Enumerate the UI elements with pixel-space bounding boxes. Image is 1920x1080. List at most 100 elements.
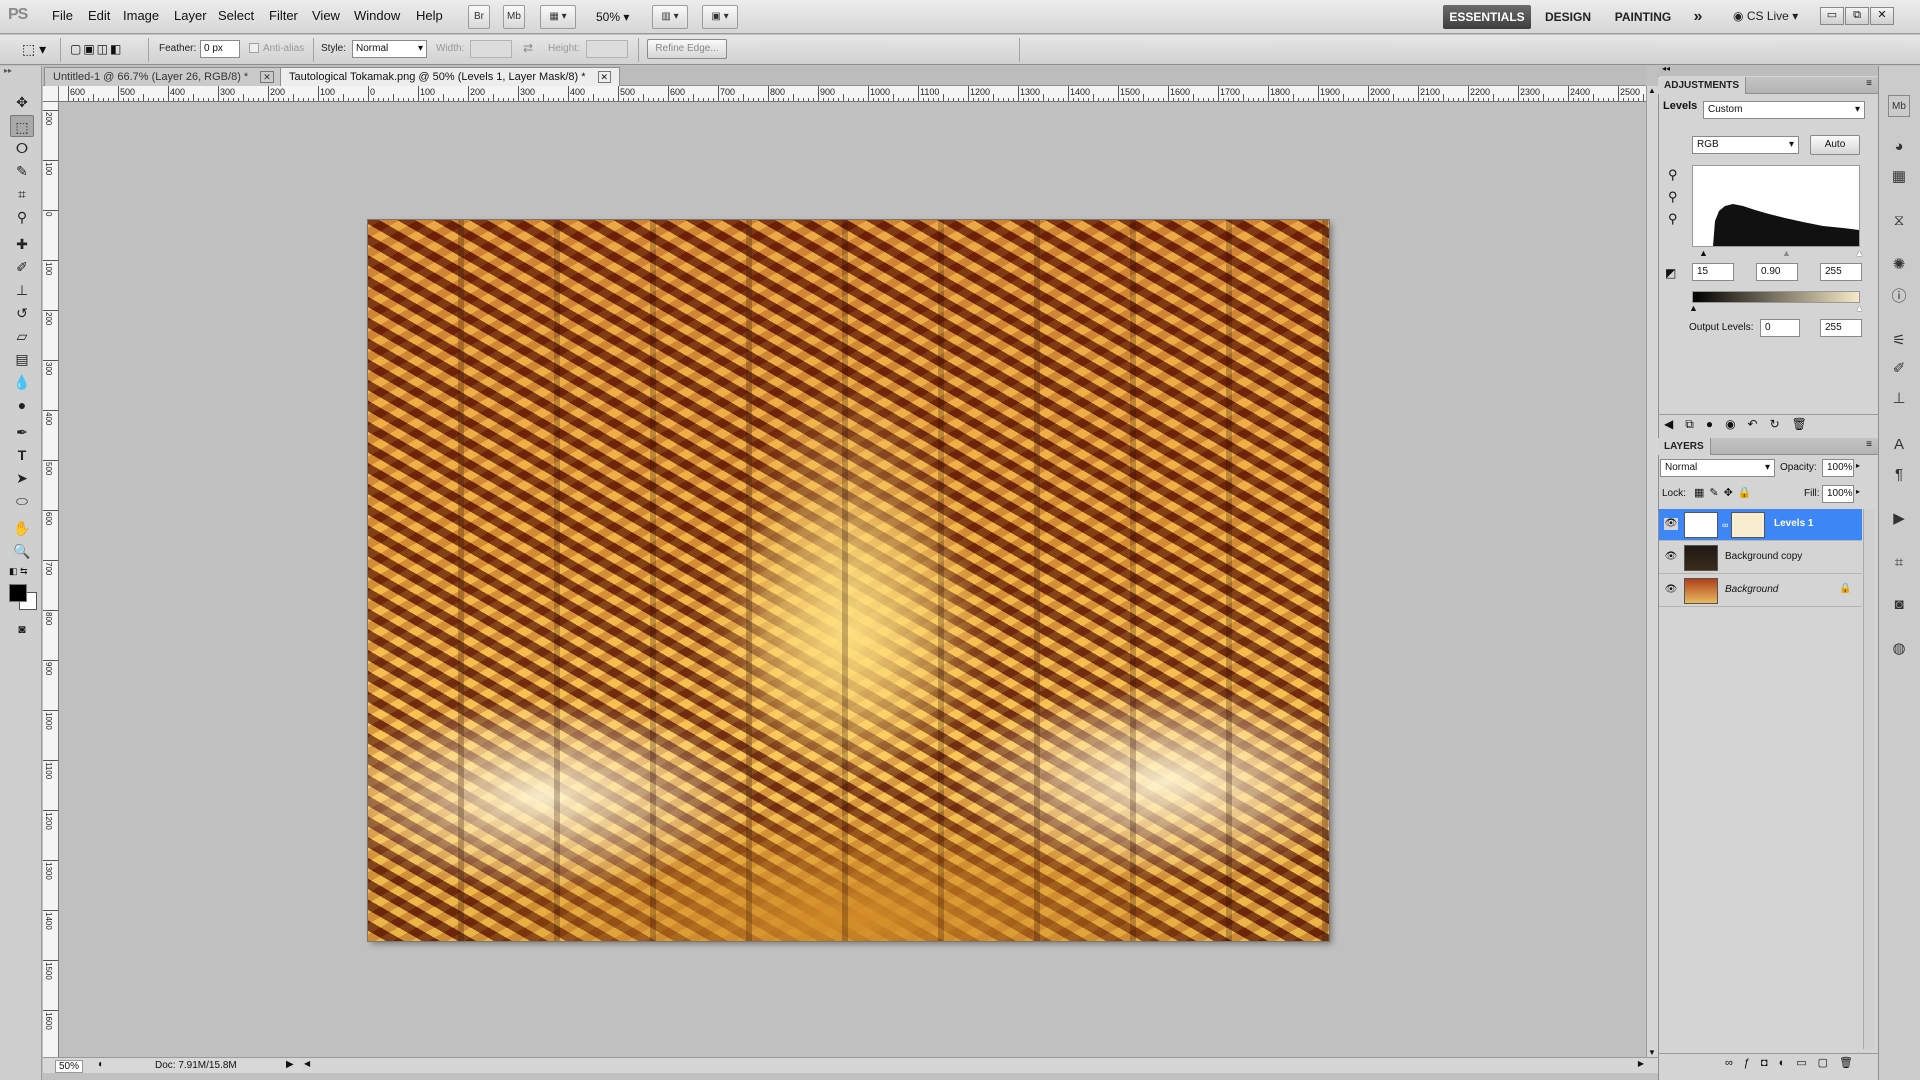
delete-layer-icon[interactable]: 🗑 (1839, 1057, 1864, 1069)
gamma-input-slider[interactable]: ▲ (1782, 248, 1791, 258)
close-window-button[interactable]: ✕ (1870, 7, 1894, 25)
type-tool-icon[interactable]: T (10, 444, 34, 466)
layer-row-background[interactable]: 👁 Background 🔒 (1659, 575, 1862, 607)
default-colors-icon[interactable]: ◧ ⇆ (9, 566, 28, 577)
rectangular-marquee-tool-icon[interactable]: ⬚ (10, 115, 34, 137)
move-tool-icon[interactable]: ✥ (10, 91, 34, 113)
status-preview-icon[interactable]: ◐ (98, 1059, 104, 1070)
zoom-level-dropdown[interactable]: 50% ▾ (596, 10, 629, 24)
quick-selection-tool-icon[interactable]: ✎ (10, 160, 34, 182)
clip-to-layer-icon[interactable]: ◩ (1665, 266, 1676, 280)
character-panel-icon[interactable]: A (1888, 434, 1910, 456)
bridge-button[interactable]: Br (468, 5, 490, 29)
lasso-tool-icon[interactable]: ⵔ (10, 137, 34, 159)
screen-mode-button[interactable]: ▣ ▾ (702, 5, 738, 29)
minimize-button[interactable]: ▭ (1820, 7, 1844, 25)
style-select[interactable]: Normal ▾ (352, 40, 427, 58)
fill-slider-arrow-icon[interactable]: ▸ (1856, 487, 1860, 496)
menu-filter[interactable]: Filter (269, 8, 298, 23)
paths-panel-icon[interactable]: ⌗ (1888, 552, 1910, 574)
black-input-slider[interactable]: ▲ (1699, 248, 1708, 258)
reset-icon[interactable]: ↻ (1770, 417, 1792, 431)
layers-scrollbar[interactable] (1863, 509, 1875, 1049)
paragraph-panel-icon[interactable]: ¶ (1888, 464, 1910, 486)
lock-all-icon[interactable]: 🔒 (1738, 487, 1757, 499)
menu-edit[interactable]: Edit (88, 8, 110, 23)
lock-options[interactable]: ▦✎✥🔒 (1694, 486, 1757, 499)
layer-mask-thumbnail[interactable] (1731, 512, 1765, 538)
zoom-tool-icon[interactable]: 🔍 (10, 540, 34, 562)
new-group-icon[interactable]: ▭ (1796, 1057, 1817, 1069)
view-extras-button[interactable]: ▦ ▾ (540, 5, 576, 29)
more-workspaces-button[interactable]: » (1684, 5, 1712, 29)
width-input[interactable] (470, 40, 512, 58)
crop-tool-icon[interactable]: ⌗ (10, 183, 34, 205)
selection-mode-buttons[interactable]: ▢▣◫◧ (70, 42, 123, 56)
lock-pixels-icon[interactable]: ✎ (1709, 487, 1723, 499)
output-black-slider[interactable]: ▲ (1689, 303, 1698, 313)
layer-row-background-copy[interactable]: 👁 Background copy (1659, 542, 1862, 574)
foreground-color-swatch[interactable] (9, 584, 27, 602)
status-menu-arrow-icon[interactable]: ▶ (286, 1059, 294, 1070)
layer-link-icon[interactable]: ∞ (1722, 520, 1728, 530)
restore-button[interactable]: ⧉ (1845, 7, 1869, 25)
white-point-eyedropper-icon[interactable]: ⚲ (1668, 211, 1678, 227)
workspace-painting[interactable]: PAINTING (1607, 5, 1679, 29)
scroll-down-icon[interactable]: ▼ (1648, 1048, 1656, 1057)
path-selection-tool-icon[interactable]: ➤ (10, 467, 34, 489)
close-tab-icon[interactable]: ✕ (597, 71, 612, 83)
menu-view[interactable]: View (312, 8, 340, 23)
info-panel-icon[interactable]: ⓘ (1888, 286, 1910, 308)
clone-source-panel-icon[interactable]: ⊥ (1888, 388, 1910, 410)
workspace-design[interactable]: DESIGN (1537, 5, 1599, 29)
channels-panel-icon[interactable]: ◙ (1888, 594, 1910, 616)
visibility-eye-icon[interactable]: 👁 (1664, 518, 1678, 530)
input-black-field[interactable]: 15 (1692, 263, 1734, 281)
panel-menu-icon[interactable]: ≡ (1866, 439, 1872, 450)
scroll-right-icon[interactable]: ▶ (1638, 1059, 1644, 1068)
channel-select[interactable]: RGB ▾ (1692, 136, 1799, 154)
visibility-icon[interactable]: ◉ (1725, 417, 1747, 431)
mini-bridge-button[interactable]: Mb (503, 5, 525, 29)
gray-point-eyedropper-icon[interactable]: ⚲ (1668, 189, 1678, 205)
hand-tool-icon[interactable]: ✋ (10, 517, 34, 539)
delete-adjustment-icon[interactable]: 🗑 (1792, 417, 1819, 431)
white-input-slider[interactable]: ▲ (1855, 248, 1864, 258)
blend-mode-select[interactable]: Normal ▾ (1660, 459, 1775, 477)
clone-stamp-tool-icon[interactable]: ⊥ (10, 279, 34, 301)
anti-alias-checkbox[interactable] (249, 43, 259, 53)
history-brush-tool-icon[interactable]: ↺ (10, 302, 34, 324)
menu-file[interactable]: File (52, 8, 73, 23)
ellipse-tool-icon[interactable]: ⬭ (10, 490, 34, 512)
pen-tool-icon[interactable]: ✒ (10, 421, 34, 443)
auto-button[interactable]: Auto (1810, 135, 1860, 155)
link-layers-icon[interactable]: ∞ (1725, 1057, 1744, 1069)
height-input[interactable] (586, 40, 628, 58)
opacity-slider-arrow-icon[interactable]: ▸ (1856, 461, 1860, 470)
healing-brush-tool-icon[interactable]: ✚ (10, 233, 34, 255)
workspace-essentials[interactable]: ESSENTIALS (1443, 5, 1531, 29)
quick-mask-icon[interactable]: ◙ (10, 618, 34, 640)
scroll-left-icon[interactable]: ◀ (304, 1059, 310, 1068)
eyedropper-tool-icon[interactable]: ⚲ (10, 206, 34, 228)
expanded-view-icon[interactable]: ⧉ (1685, 417, 1706, 431)
levels-preset-select[interactable]: Custom ▾ (1703, 101, 1865, 119)
history-panel-icon[interactable]: ⧖ (1888, 210, 1910, 232)
output-white-field[interactable]: 255 (1820, 319, 1862, 337)
close-tab-icon[interactable]: ✕ (260, 71, 274, 83)
layer-style-icon[interactable]: ƒ (1744, 1057, 1761, 1069)
return-to-list-icon[interactable]: ◀ (1664, 417, 1685, 431)
marquee-tool-preset-picker[interactable]: ⬚ ▾ (22, 41, 46, 58)
scroll-up-icon[interactable]: ▲ (1648, 86, 1656, 95)
color-panel-icon[interactable]: ◕ (1888, 136, 1910, 158)
dodge-tool-icon[interactable]: ● (10, 394, 34, 416)
output-white-slider[interactable]: ▲ (1855, 303, 1864, 313)
opacity-field[interactable]: 100% (1822, 459, 1854, 477)
swatches-panel-icon[interactable]: ▦ (1888, 166, 1910, 188)
new-layer-icon[interactable]: ▢ (1818, 1057, 1839, 1069)
menu-window[interactable]: Window (354, 8, 400, 23)
refine-edge-button[interactable]: Refine Edge... (647, 39, 727, 59)
document-image[interactable] (368, 220, 1329, 941)
brush-tool-icon[interactable]: ✐ (10, 256, 34, 278)
new-adjustment-icon[interactable]: ◐ (1779, 1057, 1797, 1069)
